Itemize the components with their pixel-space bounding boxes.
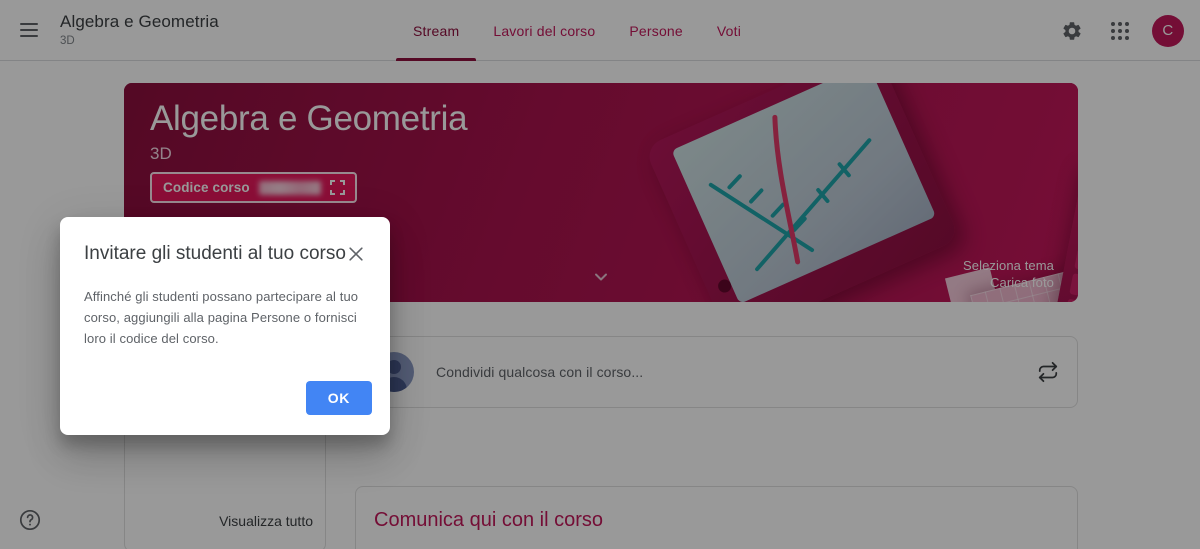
dialog-body-text: Affinché gli studenti possano partecipar… (84, 289, 359, 346)
dialog-actions: OK (305, 381, 372, 415)
dialog-header: Invitare gli studenti al tuo corso (84, 241, 366, 267)
invite-students-dialog: Invitare gli studenti al tuo corso Affin… (60, 217, 390, 435)
ok-button[interactable]: OK (305, 381, 372, 415)
dialog-title: Invitare gli studenti al tuo corso (84, 243, 346, 264)
close-x-icon[interactable] (346, 244, 366, 264)
classroom-app: Algebra e Geometria 3D Stream Lavori del… (0, 0, 1200, 549)
